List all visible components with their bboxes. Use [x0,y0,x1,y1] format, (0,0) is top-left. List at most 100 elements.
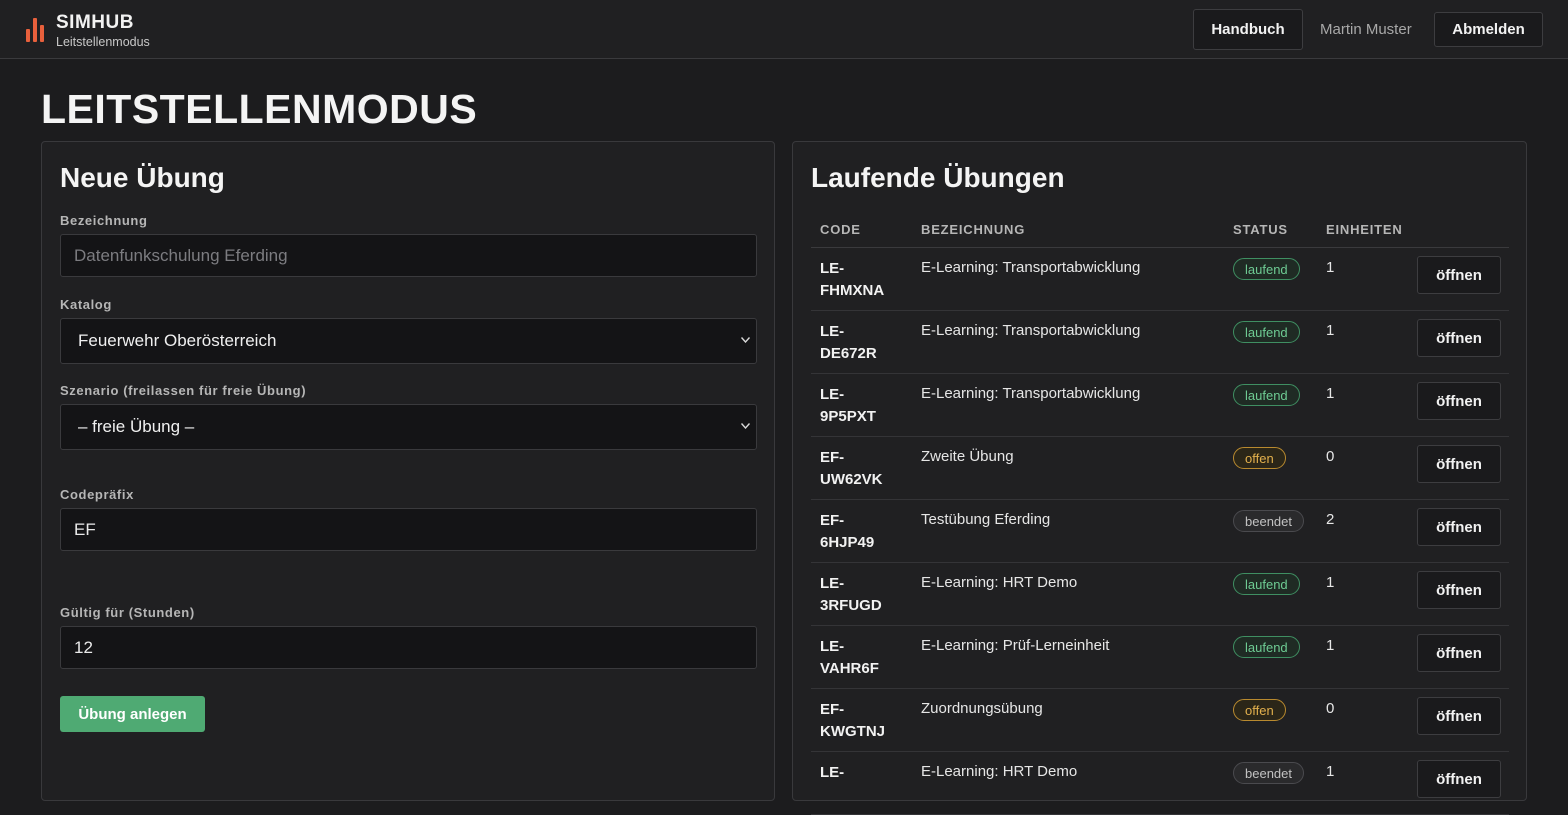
exercise-name: E-Learning: Prüf-Lerneinheit [921,637,1110,654]
exercise-code-prefix: LE- [820,260,845,277]
new-exercise-panel: Neue Übung Bezeichnung Katalog Feuerwehr… [41,141,775,801]
scenario-selected-value: – freie Übung – [78,417,195,436]
status-badge: offen [1233,447,1286,469]
status-badge: laufend [1233,573,1300,595]
chevron-down-icon [741,337,750,345]
status-badge: offen [1233,699,1286,721]
exercise-code: LE- [820,762,844,784]
page-title: LEITSTELLENMODUS [41,86,478,132]
open-exercise-button[interactable]: öffnen [1417,382,1501,420]
open-exercise-button[interactable]: öffnen [1417,634,1501,672]
user-name: Martin Muster [1320,21,1412,38]
running-exercises-panel: Laufende Übungen CODE BEZEICHNUNG STATUS… [792,141,1527,815]
exercise-units: 1 [1326,574,1335,591]
exercise-name: E-Learning: Transportabwicklung [921,385,1141,402]
exercise-name: E-Learning: HRT Demo [921,574,1078,591]
table-row: LE- 3RFUGD E-Learning: HRT Demo laufend 1 öff… [811,563,1509,626]
exercise-code-prefix: LE- [820,764,845,781]
exercise-code-prefix: LE- [820,575,845,592]
table-row: LE- 9P5PXT E-Learning: Transportabwicklung… [811,374,1509,437]
exercise-code: EF- 6HJP49 [820,510,874,554]
name-input[interactable] [60,234,757,277]
exercise-name: E-Learning: Transportabwicklung [921,322,1141,339]
column-header-status: STATUS [1233,222,1288,237]
bar-chart-icon [26,16,46,42]
scenario-label: Szenario (freilassen für freie Übung) [60,383,307,398]
exercise-units: 1 [1326,637,1335,654]
open-exercise-button[interactable]: öffnen [1417,571,1501,609]
exercise-units: 2 [1326,511,1335,528]
manual-button[interactable]: Handbuch [1193,9,1303,50]
brand-subtitle: Leitstellenmodus [56,35,150,49]
exercise-name: Testübung Eferding [921,511,1051,528]
exercise-code-prefix: EF- [820,701,845,718]
exercise-code: LE- FHMXNA [820,258,884,302]
status-badge: laufend [1233,258,1300,280]
exercise-units: 0 [1326,448,1335,465]
exercise-code-suffix: 6HJP49 [820,534,875,551]
status-badge: beendet [1233,510,1304,532]
exercise-code: EF- UW62VK [820,447,883,491]
column-header-code: CODE [820,222,861,237]
column-header-units: EINHEITEN [1326,222,1403,237]
table-row: LE- FHMXNA E-Learning: Transportabwicklung… [811,248,1509,311]
status-badge: laufend [1233,384,1300,406]
top-bar: SIMHUB Leitstellenmodus Handbuch Martin … [0,0,1568,59]
exercise-code-suffix: DE672R [820,345,877,362]
status-badge: laufend [1233,321,1300,343]
scenario-select[interactable]: – freie Übung – [60,404,757,450]
exercise-code-prefix: LE- [820,638,845,655]
exercise-code: LE- 3RFUGD [820,573,882,617]
valid-hours-input[interactable] [60,626,757,669]
exercise-units: 1 [1326,259,1335,276]
open-exercise-button[interactable]: öffnen [1417,697,1501,735]
table-row: LE- VAHR6F E-Learning: Prüf-Lerneinheit lau… [811,626,1509,689]
running-exercises-title: Laufende Übungen [811,162,1065,193]
open-exercise-button[interactable]: öffnen [1417,760,1501,798]
table-row: EF- UW62VK Zweite Übung offen 0 öffnen [811,437,1509,500]
catalog-label: Katalog [60,297,112,312]
table-header: CODE BEZEICHNUNG STATUS EINHEITEN [811,220,1509,248]
open-exercise-button[interactable]: öffnen [1417,319,1501,357]
catalog-select[interactable]: Feuerwehr Oberösterreich [60,318,757,364]
status-badge: beendet [1233,762,1304,784]
exercise-name: Zuordnungsübung [921,700,1043,717]
exercise-code-suffix: 3RFUGD [820,597,882,614]
prefix-input[interactable] [60,508,757,551]
exercise-code-prefix: LE- [820,323,845,340]
exercise-code: LE- VAHR6F [820,636,879,680]
chevron-down-icon [741,423,750,431]
name-label: Bezeichnung [60,213,148,228]
exercise-code-prefix: EF- [820,512,845,529]
table-row: LE- DE672R E-Learning: Transportabwicklung… [811,311,1509,374]
exercise-code-suffix: VAHR6F [820,660,879,677]
exercise-code-suffix: 9P5PXT [820,408,876,425]
table-row: EF- 6HJP49 Testübung Eferding beendet 2 öffne… [811,500,1509,563]
exercise-code-suffix: FHMXNA [820,282,885,299]
catalog-selected-value: Feuerwehr Oberösterreich [78,331,277,350]
exercise-code: LE- DE672R [820,321,877,365]
new-exercise-title: Neue Übung [60,162,225,193]
exercise-name: Zweite Übung [921,448,1014,465]
brand-name: SIMHUB [56,12,134,33]
exercise-code: EF- KWGTNJ [820,699,885,743]
exercise-units: 1 [1326,385,1335,402]
prefix-label: Codepräfix [60,487,134,502]
exercise-code-prefix: LE- [820,386,845,403]
open-exercise-button[interactable]: öffnen [1417,256,1501,294]
open-exercise-button[interactable]: öffnen [1417,445,1501,483]
exercise-units: 0 [1326,700,1335,717]
exercise-code-suffix: UW62VK [820,471,883,488]
exercise-units: 1 [1326,322,1335,339]
exercise-code-prefix: EF- [820,449,845,466]
open-exercise-button[interactable]: öffnen [1417,508,1501,546]
table-row: EF- KWGTNJ Zuordnungsübung offen 0 öffnen [811,689,1509,752]
exercise-name: E-Learning: Transportabwicklung [921,259,1141,276]
exercise-code-suffix: KWGTNJ [820,723,885,740]
table-row: LE- E-Learning: HRT Demo beendet 1 öffnen [811,752,1509,815]
logout-button[interactable]: Abmelden [1434,12,1543,47]
exercise-code: LE- 9P5PXT [820,384,876,428]
create-exercise-button[interactable]: Übung anlegen [60,696,205,732]
status-badge: laufend [1233,636,1300,658]
valid-hours-label: Gültig für (Stunden) [60,605,195,620]
